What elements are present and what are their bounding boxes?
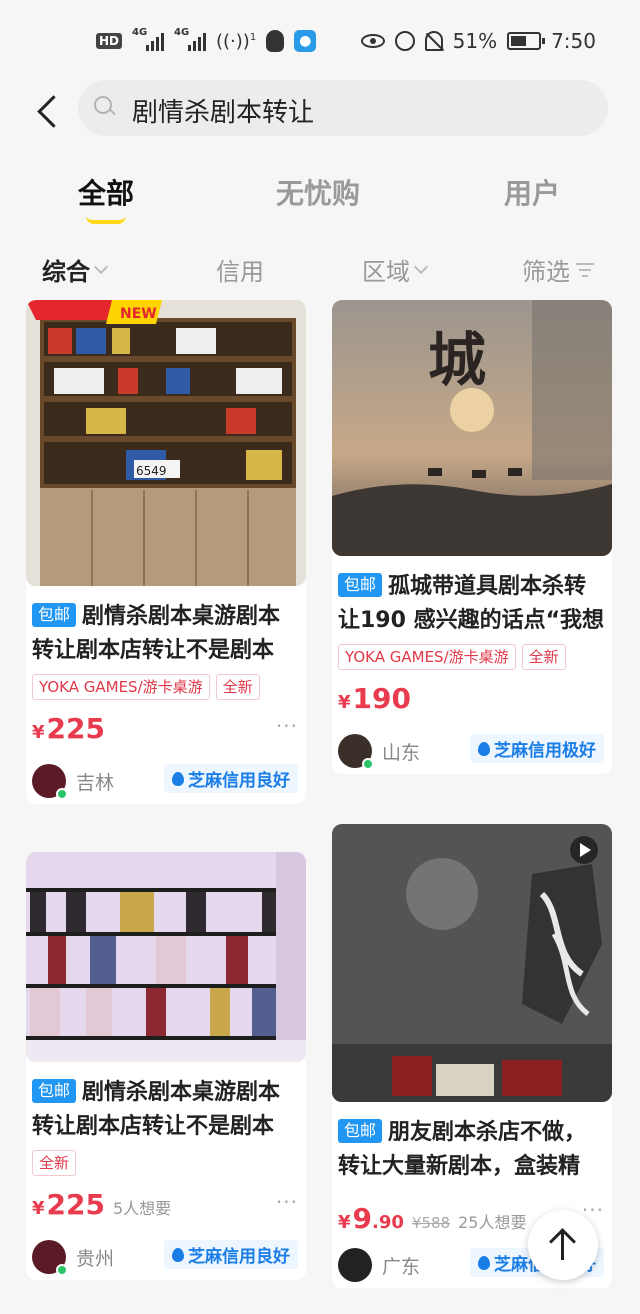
search-header: 剧情杀剧本转让: [0, 80, 640, 150]
free-shipping-badge: 包邮: [338, 1119, 383, 1143]
product-image[interactable]: 城: [332, 300, 612, 556]
seller-location: 吉林: [76, 771, 115, 794]
price-row: ¥225 5人想要 ···: [26, 1176, 306, 1226]
online-dot: [56, 1264, 68, 1276]
price: ¥190: [338, 682, 411, 715]
chevron-down-icon: [93, 259, 109, 274]
battery-icon: [507, 32, 546, 50]
wifi-icon: ((·))1: [216, 30, 257, 52]
back-to-top-arrow-icon[interactable]: [528, 1210, 598, 1280]
svg-text:城: 城: [428, 326, 486, 394]
sort-credit[interactable]: 信用: [216, 252, 264, 287]
seller-location: 广东: [382, 1255, 421, 1278]
price: ¥225: [32, 1188, 105, 1221]
brand-tag[interactable]: YOKA GAMES/游卡桌游: [338, 644, 516, 670]
sesame-credit-icon: [478, 741, 490, 756]
credit-badge: 芝麻信用极好: [470, 734, 604, 763]
product-tags: YOKA GAMES/游卡桌游 全新: [26, 668, 306, 700]
chevron-down-icon: [413, 259, 429, 274]
qq-icon: [266, 30, 285, 52]
seller-location: 贵州: [76, 1247, 115, 1270]
avatar[interactable]: [338, 734, 374, 770]
battery-percent: 51%: [452, 29, 498, 53]
product-title[interactable]: 包邮 孤城带道具剧本杀转让190 感兴趣的话点“我想: [332, 556, 612, 638]
online-dot: [56, 788, 68, 800]
signal-icon-2: 4G: [174, 27, 207, 51]
script-box-image: [332, 824, 612, 1102]
tab-worry-free[interactable]: 无忧购: [276, 172, 360, 212]
free-shipping-badge: 包邮: [32, 1079, 77, 1103]
original-price: ¥588: [411, 1214, 451, 1232]
product-card[interactable]: 包邮 剧情杀剧本桌游剧本转让剧本店转让不是剧本 全新 ¥225 5人想要 ··· …: [26, 852, 306, 1280]
eye-icon: [360, 34, 385, 48]
credit-badge: 芝麻信用良好: [164, 764, 298, 793]
product-card[interactable]: 城 包邮 孤城带道具剧本杀转让190 感兴趣的话点“我想 YOKA GAMES/游…: [332, 300, 612, 774]
product-card[interactable]: 6549 NEW 包邮 剧情杀剧本桌游剧本转让剧本店转让不是剧本 YOKA GAM…: [26, 300, 306, 804]
status-left: HD 4G 4G ((·))1 ●: [96, 27, 317, 54]
credit-badge: 芝麻信用良好: [164, 1240, 298, 1269]
result-tabs: 全部 无忧购 用户: [0, 150, 640, 230]
avatar[interactable]: [338, 1248, 372, 1282]
condition-tag: 全新: [32, 1150, 77, 1176]
want-count: 25人想要: [458, 1213, 527, 1232]
search-query[interactable]: 剧情杀剧本转让: [132, 92, 314, 129]
script-cover-image: 城: [332, 300, 612, 556]
condition-tag: 全新: [215, 674, 260, 700]
signal-icon: 4G: [132, 27, 165, 51]
sort-comprehensive[interactable]: 综合: [42, 252, 109, 287]
price-row: ¥225 ···: [26, 700, 306, 750]
product-title[interactable]: 包邮 剧情杀剧本桌游剧本转让剧本店转让不是剧本: [26, 1062, 306, 1144]
free-shipping-badge: 包邮: [32, 603, 77, 627]
product-feed: 6549 NEW 包邮 剧情杀剧本桌游剧本转让剧本店转让不是剧本 YOKA GAM…: [0, 300, 640, 1314]
filter-region[interactable]: 区域: [362, 252, 429, 287]
avatar[interactable]: [32, 764, 68, 800]
alarm-icon: [394, 31, 415, 51]
seller-row[interactable]: 贵州 芝麻信用良好: [26, 1226, 306, 1280]
product-tags: YOKA GAMES/游卡桌游 全新: [332, 638, 612, 670]
product-image[interactable]: [332, 824, 612, 1102]
svg-text:NEW: NEW: [120, 306, 157, 322]
back-arrow-icon[interactable]: [34, 92, 64, 132]
want-count: 5人想要: [112, 1199, 172, 1218]
brand-tag[interactable]: YOKA GAMES/游卡桌游: [32, 674, 210, 700]
avatar[interactable]: [32, 1240, 68, 1276]
filter-more[interactable]: 筛选: [522, 252, 594, 287]
sesame-credit-icon: [478, 1255, 490, 1270]
status-right: 51% 7:50: [360, 28, 596, 54]
mute-bell-icon: [424, 31, 443, 51]
seller-location: 山东: [382, 741, 421, 764]
tab-users[interactable]: 用户: [504, 172, 560, 212]
product-tags: 全新: [26, 1144, 306, 1176]
hd-badge: HD: [96, 33, 123, 49]
more-options-icon[interactable]: ···: [276, 1190, 298, 1214]
price-row: ¥190: [332, 670, 612, 720]
product-title[interactable]: 包邮 剧情杀剧本桌游剧本转让剧本店转让不是剧本: [26, 586, 306, 668]
tab-underline: [86, 216, 126, 224]
condition-tag: 全新: [521, 644, 566, 670]
sesame-credit-icon: [172, 771, 184, 786]
filter-icon: [576, 262, 594, 277]
seller-row[interactable]: 山东 芝麻信用极好: [332, 720, 612, 774]
more-options-icon[interactable]: ···: [276, 714, 298, 738]
sort-filter-bar: 综合 信用 区域 筛选: [0, 230, 640, 300]
price: ¥9.90: [338, 1202, 404, 1235]
bookshelf-image: 6549 NEW: [26, 300, 306, 586]
seller-row[interactable]: 吉林 芝麻信用良好: [26, 750, 306, 804]
search-input[interactable]: 剧情杀剧本转让: [78, 80, 608, 136]
product-title[interactable]: 包邮 朋友剧本杀店不做，转让大量新剧本，盒装精: [332, 1102, 612, 1184]
free-shipping-badge: 包邮: [338, 573, 383, 597]
svg-text:6549: 6549: [136, 464, 167, 478]
status-bar: HD 4G 4G ((·))1 ● 51% 7:50: [0, 0, 640, 80]
product-image[interactable]: [26, 852, 306, 1062]
search-icon: [94, 96, 116, 118]
sesame-credit-icon: [172, 1247, 184, 1262]
online-dot: [362, 758, 374, 770]
price: ¥225: [32, 712, 105, 745]
notification-app-icon: ●: [294, 30, 317, 52]
product-image[interactable]: 6549 NEW: [26, 300, 306, 586]
script-shelf-image: [26, 852, 306, 1062]
tab-all[interactable]: 全部: [78, 172, 134, 224]
clock: 7:50: [551, 29, 596, 53]
